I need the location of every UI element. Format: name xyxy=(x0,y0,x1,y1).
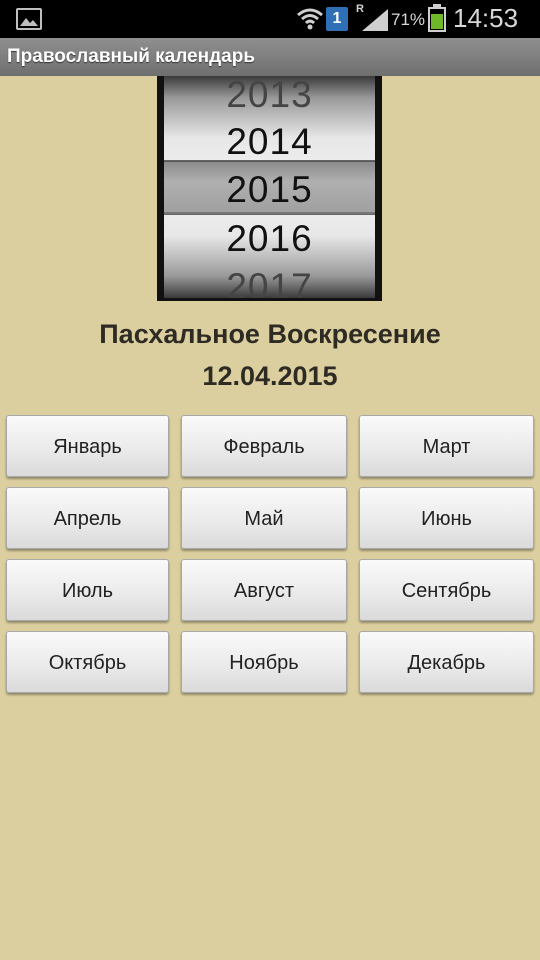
status-time: 14:53 xyxy=(453,3,519,33)
battery-icon xyxy=(428,4,446,32)
wifi-icon xyxy=(296,6,324,37)
year-option[interactable]: 2014 xyxy=(164,121,375,163)
easter-date: 12.04.2015 xyxy=(202,361,338,391)
year-option-selected[interactable]: 2015 xyxy=(164,169,375,211)
month-button-february[interactable]: Февраль xyxy=(181,415,347,477)
app-title: Православный календарь xyxy=(7,46,256,67)
month-button-january[interactable]: Январь xyxy=(6,415,169,477)
signal-icon xyxy=(362,9,388,36)
battery-fill xyxy=(431,14,443,29)
battery-percent: 71% xyxy=(391,10,426,29)
gallery-icon xyxy=(16,8,42,30)
month-button-december[interactable]: Декабрь xyxy=(359,631,534,693)
status-bar: 1 R 71% 14:53 xyxy=(0,0,540,38)
year-wheel[interactable]: 2013 2014 2015 2016 2017 xyxy=(164,76,375,298)
app-title-bar: Православный календарь xyxy=(0,38,540,76)
year-option[interactable]: 2017 xyxy=(164,266,375,298)
month-button-may[interactable]: Май xyxy=(181,487,347,549)
month-button-april[interactable]: Апрель xyxy=(6,487,169,549)
year-picker[interactable]: 2013 2014 2015 2016 2017 xyxy=(157,76,382,301)
month-button-november[interactable]: Ноябрь xyxy=(181,631,347,693)
year-option[interactable]: 2016 xyxy=(164,218,375,260)
month-button-october[interactable]: Октябрь xyxy=(6,631,169,693)
month-button-september[interactable]: Сентябрь xyxy=(359,559,534,621)
month-button-june[interactable]: Июнь xyxy=(359,487,534,549)
month-button-march[interactable]: Март xyxy=(359,415,534,477)
month-button-august[interactable]: Август xyxy=(181,559,347,621)
wheel-divider xyxy=(164,214,375,215)
notification-1-icon: 1 xyxy=(326,7,348,31)
month-button-july[interactable]: Июль xyxy=(6,559,169,621)
easter-label: Пасхальное Воскресение xyxy=(99,319,441,349)
year-option[interactable]: 2013 xyxy=(164,76,375,116)
